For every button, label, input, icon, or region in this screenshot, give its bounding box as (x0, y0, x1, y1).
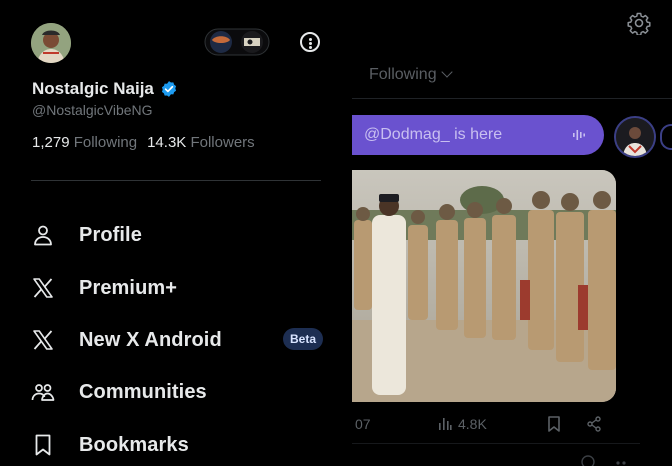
post-image[interactable] (352, 170, 616, 402)
space-next-avatar[interactable] (660, 124, 672, 150)
views-button[interactable]: 4.8K (438, 416, 487, 432)
more-options-icon[interactable] (300, 32, 320, 52)
menu-item-label: Communities (79, 380, 207, 403)
profile-handle: @NostalgicVibeNG (32, 102, 153, 118)
bookmark-icon[interactable] (548, 416, 560, 432)
menu-item-communities[interactable]: Communities (31, 377, 323, 407)
followers-count: 14.3K (147, 134, 187, 151)
account-switcher-avatars[interactable] (204, 28, 270, 56)
space-host-avatar[interactable] (614, 116, 656, 158)
views-chart-icon (439, 418, 452, 430)
post-action-bar: 07 4.8K (352, 414, 652, 436)
menu-item-new-x-android[interactable]: New X Android Beta (31, 325, 323, 355)
drawer-divider (31, 180, 321, 181)
menu-item-profile[interactable]: Profile (31, 220, 323, 250)
menu-item-label: New X Android (79, 328, 222, 351)
bookmark-icon (35, 434, 51, 456)
verified-badge-icon (161, 81, 176, 97)
display-name: Nostalgic Naija (32, 79, 154, 98)
share-icon[interactable] (586, 416, 602, 432)
following-link[interactable]: 1,279 Following (32, 134, 137, 151)
menu-item-bookmarks[interactable]: Bookmarks (31, 430, 323, 460)
avatar[interactable] (31, 23, 71, 63)
tab-following-label: Following (369, 66, 437, 83)
menu-item-label: Bookmarks (79, 433, 189, 456)
menu-item-premium-plus[interactable]: Premium+ (31, 273, 323, 303)
following-count: 1,279 (32, 134, 70, 151)
space-live-banner[interactable]: @Dodmag_ is here (352, 115, 604, 155)
communities-icon (31, 384, 55, 401)
following-label: Following (73, 134, 138, 151)
menu-item-label: Premium+ (79, 276, 178, 299)
audio-wave-icon (573, 130, 585, 140)
side-drawer: Nostalgic Naija @NostalgicVibeNG 1,279 F… (0, 0, 352, 464)
tab-following[interactable]: Following (369, 66, 453, 84)
chevron-down-icon (440, 66, 453, 78)
settings-gear-icon[interactable] (627, 11, 651, 35)
space-banner-text: @Dodmag_ is here (364, 126, 503, 143)
post-divider (352, 443, 640, 444)
profile-name-row[interactable]: Nostalgic Naija (32, 79, 178, 99)
menu-item-label: Profile (79, 223, 142, 246)
post-stat-count: 07 (355, 416, 371, 432)
beta-badge: Beta (282, 328, 323, 350)
feed-header-divider (352, 98, 672, 99)
views-count: 4.8K (458, 416, 487, 432)
followers-link[interactable]: 14.3K Followers (147, 134, 255, 151)
x-logo-icon (33, 278, 53, 298)
followers-label: Followers (190, 134, 255, 151)
profile-stats: 1,279 Following 14.3K Followers (32, 134, 255, 151)
person-icon (34, 225, 52, 246)
x-logo-icon (33, 330, 53, 350)
